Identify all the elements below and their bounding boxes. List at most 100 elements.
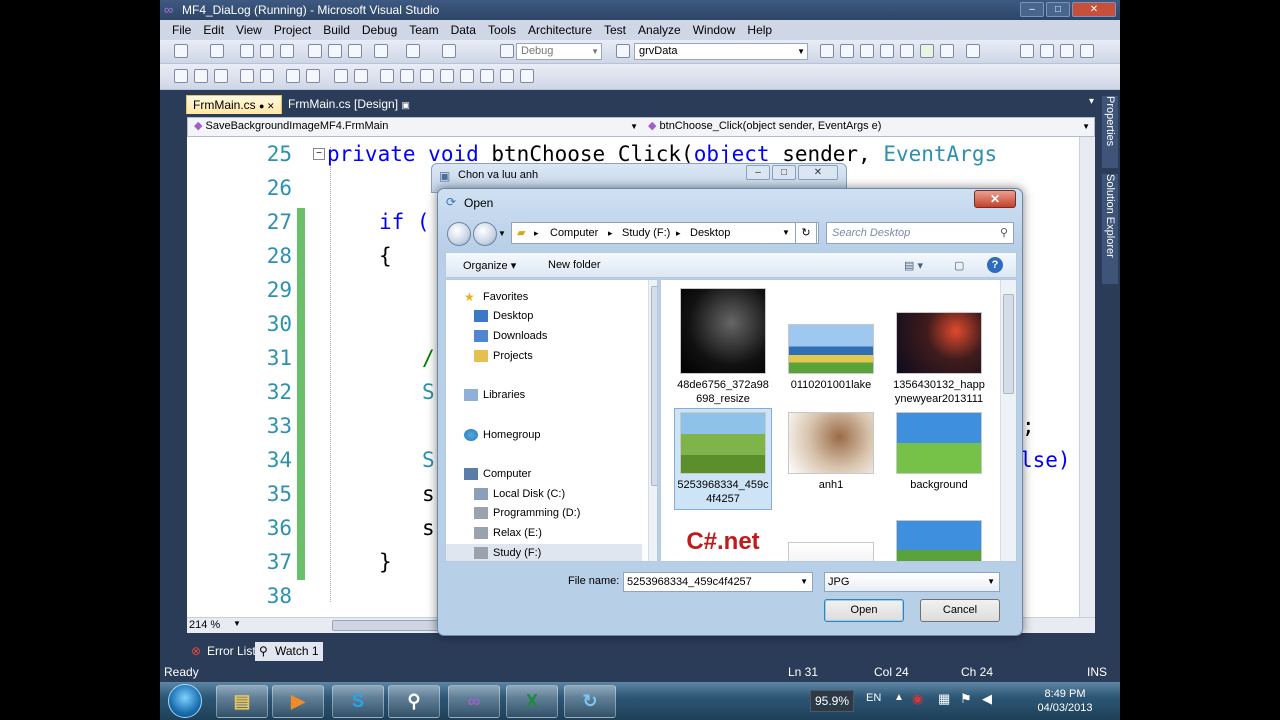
redo-icon[interactable] bbox=[406, 44, 420, 58]
search-input[interactable]: Search Desktop ⚲ bbox=[826, 222, 1014, 244]
volume-icon[interactable]: ◀ bbox=[982, 691, 992, 707]
maximize-button[interactable]: □ bbox=[772, 165, 796, 180]
indent-icon[interactable] bbox=[286, 69, 300, 83]
menu-analyze[interactable]: Analyze bbox=[632, 23, 687, 37]
nav-drive-d[interactable]: Programming (D:) bbox=[446, 504, 642, 523]
prev-bookmark-doc-icon[interactable] bbox=[480, 69, 494, 83]
collapse-icon[interactable]: − bbox=[313, 148, 325, 160]
minimize-button[interactable]: – bbox=[746, 165, 770, 180]
save-icon[interactable] bbox=[260, 44, 274, 58]
restart-icon[interactable] bbox=[1080, 44, 1094, 58]
recent-pages-icon[interactable]: ▼ bbox=[498, 229, 506, 238]
find-combo[interactable]: grvData ▼ bbox=[634, 43, 808, 60]
add-item-icon[interactable] bbox=[210, 44, 224, 58]
comment-icon[interactable] bbox=[240, 69, 254, 83]
copy-icon[interactable] bbox=[328, 44, 342, 58]
menu-build[interactable]: Build bbox=[317, 23, 356, 37]
minimize-button[interactable]: – bbox=[1020, 2, 1044, 17]
visual-studio-taskbar-icon[interactable]: ∞ bbox=[448, 685, 500, 718]
nav-homegroup[interactable]: Homegroup bbox=[446, 426, 642, 445]
nav-computer[interactable]: Computer bbox=[446, 465, 642, 484]
undo-icon[interactable] bbox=[374, 44, 388, 58]
breadcrumb-computer[interactable]: Computer bbox=[550, 223, 598, 243]
change-view-icon[interactable]: ▤ ▾ bbox=[904, 259, 923, 272]
menu-architecture[interactable]: Architecture bbox=[522, 23, 598, 37]
search-taskbar-icon[interactable]: ⚲ bbox=[388, 685, 440, 718]
nav-desktop[interactable]: Desktop bbox=[446, 307, 642, 326]
align-icon[interactable] bbox=[194, 69, 208, 83]
show-hidden-icons[interactable]: ▲ bbox=[894, 692, 904, 703]
tab-frmmain-cs[interactable]: FrmMain.cs ● ✕ bbox=[186, 95, 282, 114]
save-all-icon[interactable] bbox=[280, 44, 294, 58]
object-browser-icon[interactable] bbox=[860, 44, 874, 58]
file-item[interactable] bbox=[890, 520, 988, 561]
open-file-icon[interactable] bbox=[240, 44, 254, 58]
scroll-thumb[interactable] bbox=[1003, 294, 1014, 394]
file-item[interactable]: 48de6756_372a98 698_resize bbox=[674, 288, 772, 406]
menu-file[interactable]: File bbox=[166, 23, 197, 37]
outdent-icon[interactable] bbox=[306, 69, 320, 83]
nav-libraries[interactable]: Libraries bbox=[446, 386, 642, 405]
file-item[interactable]: anh1 bbox=[782, 412, 880, 492]
menu-window[interactable]: Window bbox=[687, 23, 742, 37]
member-combo[interactable]: ◆ btnChoose_Click(object sender, EventAr… bbox=[644, 119, 1092, 136]
scroll-thumb[interactable] bbox=[332, 620, 442, 631]
menu-view[interactable]: View bbox=[230, 23, 268, 37]
next-bookmark-doc-icon[interactable] bbox=[500, 69, 514, 83]
class-combo[interactable]: ◆ SaveBackgroundImageMF4.FrmMain ▼ bbox=[190, 119, 640, 136]
breadcrumb-desktop[interactable]: Desktop bbox=[690, 223, 730, 243]
file-item[interactable]: 1356430132_happ ynewyear2013111 bbox=[890, 312, 988, 406]
find-in-files-icon[interactable] bbox=[616, 44, 630, 58]
next-bookmark-folder-icon[interactable] bbox=[460, 69, 474, 83]
nav-downloads[interactable]: Downloads bbox=[446, 327, 642, 346]
menu-data[interactable]: Data bbox=[445, 23, 482, 37]
toolbox-icon[interactable] bbox=[880, 44, 894, 58]
skype-taskbar-icon[interactable]: S bbox=[332, 685, 384, 718]
address-bar[interactable]: ▰ ▸ Computer ▸ Study (F:) ▸ Desktop ▼ bbox=[511, 222, 819, 244]
media-player-taskbar-icon[interactable]: ▶ bbox=[272, 685, 324, 718]
menu-team[interactable]: Team bbox=[403, 23, 444, 37]
cancel-button[interactable]: Cancel bbox=[920, 599, 1000, 622]
maximize-button[interactable]: □ bbox=[1046, 2, 1070, 17]
breadcrumb-separator[interactable]: ▸ bbox=[676, 223, 681, 243]
comment-lines-icon[interactable] bbox=[334, 69, 348, 83]
menu-help[interactable]: Help bbox=[741, 23, 778, 37]
nav-drive-c[interactable]: Local Disk (C:) bbox=[446, 485, 642, 504]
break-all-icon[interactable] bbox=[1040, 44, 1054, 58]
organize-button[interactable]: Organize ▾ bbox=[463, 259, 516, 272]
open-button[interactable]: Open bbox=[824, 599, 904, 622]
file-item[interactable] bbox=[782, 542, 880, 561]
file-item[interactable]: 0110201001lake bbox=[782, 324, 880, 392]
continue-icon[interactable] bbox=[1020, 44, 1034, 58]
explorer-taskbar-icon[interactable]: ▤ bbox=[216, 685, 268, 718]
file-item-selected[interactable]: 5253968334_459c 4f4257 bbox=[674, 408, 772, 510]
new-project-icon[interactable] bbox=[174, 44, 188, 58]
editor-vertical-scrollbar[interactable] bbox=[1079, 137, 1095, 617]
help-icon[interactable]: ? bbox=[987, 257, 1003, 273]
tab-watch-1[interactable]: ⚲ Watch 1 bbox=[255, 642, 323, 661]
nav-favorites[interactable]: ★ Favorites bbox=[446, 288, 642, 307]
nav-projects[interactable]: Projects bbox=[446, 347, 642, 366]
nav-drive-e[interactable]: Relax (E:) bbox=[446, 524, 642, 543]
menu-project[interactable]: Project bbox=[268, 23, 317, 37]
breadcrumb-study[interactable]: Study (F:) bbox=[622, 223, 670, 243]
tray-icon-1[interactable]: ◉ bbox=[912, 691, 923, 707]
refresh-button[interactable]: ↻ bbox=[795, 222, 817, 244]
tab-solution-explorer[interactable]: Solution Explorer bbox=[1102, 174, 1118, 284]
chevron-down-icon[interactable]: ▼ bbox=[782, 223, 790, 243]
solution-explorer-icon[interactable] bbox=[820, 44, 834, 58]
breadcrumb-separator[interactable]: ▸ bbox=[608, 223, 613, 243]
flag-icon[interactable]: ⚑ bbox=[960, 691, 972, 707]
close-button[interactable]: ✕ bbox=[798, 165, 838, 180]
menu-edit[interactable]: Edit bbox=[197, 23, 230, 37]
tab-properties[interactable]: Properties bbox=[1102, 96, 1118, 168]
prev-bookmark-folder-icon[interactable] bbox=[440, 69, 454, 83]
preview-pane-icon[interactable]: ▢ bbox=[954, 259, 964, 272]
file-item[interactable]: C#.net bbox=[674, 522, 772, 561]
sync-taskbar-icon[interactable]: ↻ bbox=[564, 685, 616, 718]
excel-taskbar-icon[interactable]: X bbox=[506, 685, 558, 718]
prev-bookmark-icon[interactable] bbox=[400, 69, 414, 83]
search-icon[interactable]: ⚲ bbox=[1000, 223, 1008, 243]
format-icon[interactable] bbox=[214, 69, 228, 83]
clear-bookmarks-icon[interactable] bbox=[520, 69, 534, 83]
